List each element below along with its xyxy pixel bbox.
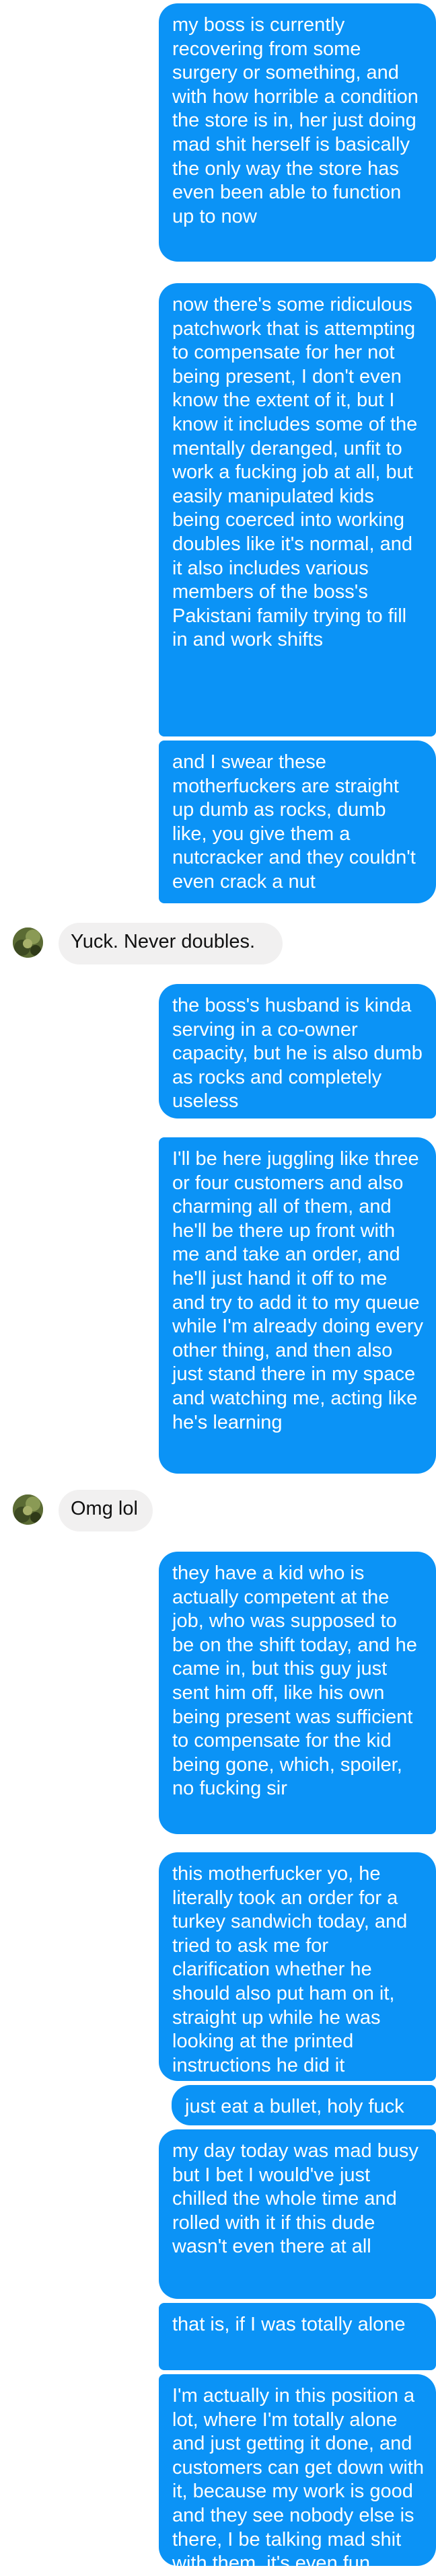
- avatar-photo-icon: [13, 927, 43, 958]
- outgoing-message[interactable]: I'll be here juggling like three or four…: [159, 1137, 436, 1474]
- outgoing-message[interactable]: my day today was mad busy but I bet I wo…: [159, 2129, 436, 2299]
- incoming-message[interactable]: Yuck. Never doubles.: [59, 923, 283, 964]
- contact-avatar-icon[interactable]: [13, 927, 43, 958]
- chat-thread: my boss is currently recovering from som…: [0, 0, 436, 2574]
- outgoing-message[interactable]: and I swear these motherfuckers are stra…: [159, 741, 436, 903]
- outgoing-message[interactable]: the boss's husband is kinda serving in a…: [159, 984, 436, 1119]
- outgoing-message[interactable]: they have a kid who is actually competen…: [159, 1552, 436, 1834]
- outgoing-message[interactable]: just eat a bullet, holy fuck: [172, 2085, 436, 2125]
- contact-avatar-icon[interactable]: [13, 1494, 43, 1525]
- outgoing-message[interactable]: now there's some ridiculous patchwork th…: [159, 283, 436, 736]
- incoming-message[interactable]: Omg lol: [59, 1490, 153, 1531]
- outgoing-message[interactable]: this motherfucker yo, he literally took …: [159, 1852, 436, 2081]
- avatar-photo-icon: [13, 1494, 43, 1525]
- outgoing-message[interactable]: that is, if I was totally alone: [159, 2303, 436, 2370]
- outgoing-message[interactable]: my boss is currently recovering from som…: [159, 3, 436, 262]
- outgoing-message[interactable]: I'm actually in this position a lot, whe…: [159, 2374, 436, 2574]
